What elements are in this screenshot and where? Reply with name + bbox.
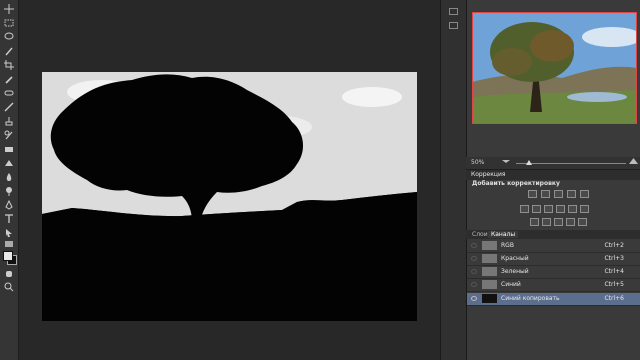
adjustments-panel-header: Коррекция	[466, 170, 640, 180]
navigator-view-frame[interactable]	[472, 12, 637, 124]
healing-brush-icon[interactable]	[3, 88, 15, 98]
levels-icon[interactable]	[541, 190, 550, 198]
document-canvas[interactable]	[42, 72, 417, 321]
eyedropper-tool-icon[interactable]	[3, 74, 15, 84]
visibility-eye-icon[interactable]	[471, 256, 477, 261]
channel-shortcut: Ctrl+5	[604, 281, 624, 288]
posterize-icon[interactable]	[542, 218, 551, 226]
gradient-map-icon[interactable]	[566, 218, 575, 226]
curves-icon[interactable]	[554, 190, 563, 198]
channel-name: Синий копировать	[501, 295, 560, 302]
channel-thumbnail	[482, 241, 497, 250]
move-tool-icon[interactable]	[3, 4, 15, 14]
zoom-in-icon[interactable]	[629, 158, 638, 165]
hand-tool-icon[interactable]	[3, 268, 15, 278]
gradient-tool-icon[interactable]	[3, 158, 15, 168]
hue-saturation-icon[interactable]	[520, 205, 529, 213]
tab-layers[interactable]: Слои	[472, 231, 488, 238]
dodge-tool-icon[interactable]	[3, 186, 15, 196]
channel-row[interactable]: Зеленый Ctrl+4	[467, 266, 640, 279]
channel-row-selected[interactable]: Синий копировать Ctrl+6	[467, 293, 640, 306]
adjustments-subtitle: Добавить корректировку	[472, 180, 560, 187]
shape-tool-icon[interactable]	[3, 239, 15, 249]
color-lookup-icon[interactable]	[580, 205, 589, 213]
navigator-zoom-bar: 50%	[466, 157, 640, 170]
visibility-eye-icon[interactable]	[471, 269, 477, 274]
brush-tool-icon[interactable]	[3, 102, 15, 112]
collapsed-panel-dock	[440, 0, 466, 360]
zoom-out-icon[interactable]	[502, 159, 510, 164]
clone-stamp-icon[interactable]	[3, 116, 15, 126]
visibility-eye-icon[interactable]	[471, 243, 477, 248]
channel-shortcut: Ctrl+3	[604, 255, 624, 262]
color-balance-icon[interactable]	[532, 205, 541, 213]
channel-thumbnail	[482, 280, 497, 289]
channel-thumbnail	[482, 267, 497, 276]
marquee-tool-icon[interactable]	[3, 18, 15, 28]
history-brush-icon[interactable]	[3, 130, 15, 140]
tab-adjustments[interactable]: Коррекция	[471, 171, 505, 178]
invert-icon[interactable]	[530, 218, 539, 226]
photo-filter-icon[interactable]	[556, 205, 565, 213]
channel-row[interactable]: Красный Ctrl+3	[467, 253, 640, 266]
visibility-eye-icon[interactable]	[471, 296, 477, 301]
exposure-icon[interactable]	[567, 190, 576, 198]
channel-name: Красный	[501, 255, 529, 262]
zoom-level[interactable]: 50%	[471, 159, 484, 166]
history-panel-icon[interactable]	[449, 8, 458, 15]
layers-panel-header: Слои Каналы	[466, 230, 640, 239]
eraser-tool-icon[interactable]	[3, 144, 15, 154]
zoom-slider-track[interactable]	[516, 163, 626, 164]
brightness-contrast-icon[interactable]	[528, 190, 537, 198]
black-white-icon[interactable]	[544, 205, 553, 213]
channel-shortcut: Ctrl+4	[604, 268, 624, 275]
crop-tool-icon[interactable]	[3, 60, 15, 70]
channel-name: Зеленый	[501, 268, 529, 275]
selective-color-icon[interactable]	[578, 218, 587, 226]
type-tool-icon[interactable]	[3, 214, 15, 224]
channel-thumbnail	[482, 254, 497, 263]
channel-shortcut: Ctrl+2	[604, 242, 624, 249]
threshold-icon[interactable]	[554, 218, 563, 226]
zoom-tool-icon[interactable]	[3, 282, 15, 292]
actions-panel-icon[interactable]	[449, 22, 458, 29]
channel-shortcut: Ctrl+6	[604, 295, 624, 302]
channel-name: Синий	[501, 281, 521, 288]
vibrance-icon[interactable]	[580, 190, 589, 198]
path-select-icon[interactable]	[3, 228, 15, 238]
channel-thumbnail	[482, 294, 497, 303]
channel-mixer-icon[interactable]	[568, 205, 577, 213]
lasso-tool-icon[interactable]	[3, 32, 15, 42]
channel-row[interactable]: RGB Ctrl+2	[467, 240, 640, 253]
tab-channels[interactable]: Каналы	[488, 231, 519, 238]
navigator-panel	[470, 12, 638, 126]
channel-name: RGB	[501, 242, 514, 249]
quick-select-icon[interactable]	[3, 46, 15, 56]
channel-row[interactable]: Синий Ctrl+5	[467, 279, 640, 292]
zoom-slider-knob[interactable]	[526, 160, 532, 165]
foreground-color-swatch[interactable]	[3, 251, 13, 261]
pen-tool-icon[interactable]	[3, 200, 15, 210]
visibility-eye-icon[interactable]	[471, 282, 477, 287]
tools-panel	[0, 0, 19, 360]
blur-tool-icon[interactable]	[3, 172, 15, 182]
